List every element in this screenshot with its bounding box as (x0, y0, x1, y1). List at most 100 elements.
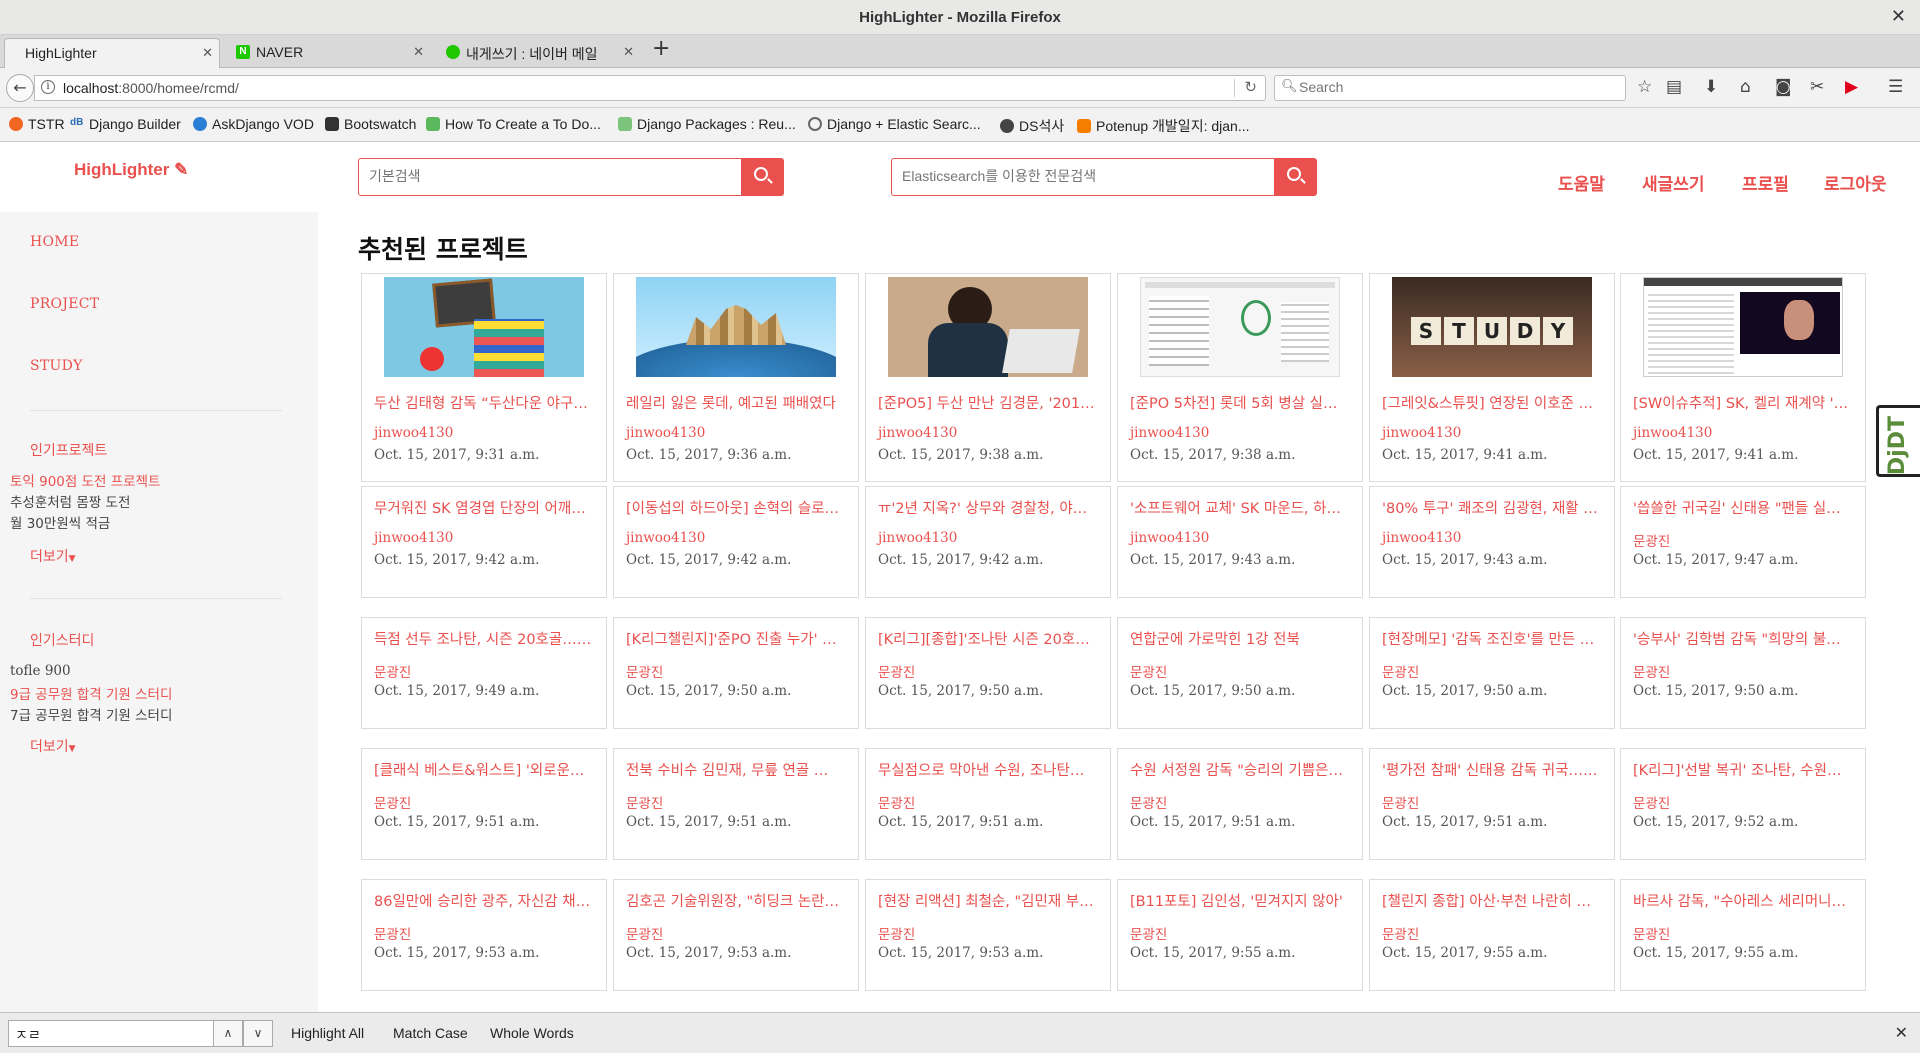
card-title[interactable]: '소프트웨어 교체' SK 마운드, 하… (1130, 497, 1355, 518)
card-title[interactable]: '80% 투구' 쾌조의 김광현, 재활 … (1382, 497, 1607, 518)
django-debug-toolbar-handle[interactable]: DjDT (1876, 405, 1920, 477)
menu-icon[interactable]: ☰ (1888, 77, 1903, 97)
es-search-button[interactable] (1275, 158, 1317, 196)
card-title[interactable]: [K리그][종합]'조나탄 시즌 20호… (878, 628, 1103, 649)
basic-search-input[interactable] (369, 168, 629, 184)
card-title[interactable]: [그레잇&스튜핏] 연장된 이호준 … (1382, 392, 1607, 413)
projects-more-dropdown[interactable]: 더보기▼ (30, 546, 76, 566)
basic-search-field[interactable] (358, 158, 742, 196)
studies-more-dropdown[interactable]: 더보기▼ (30, 736, 76, 756)
bookmark-item[interactable]: AskDjango VOD (193, 116, 314, 132)
card-title[interactable]: [현장메모] '감독 조진호'를 만든 … (1382, 628, 1607, 649)
card-title[interactable]: [SW이슈추적] SK, 켈리 재계약 '… (1633, 392, 1858, 413)
card-title[interactable]: 득점 선두 조나탄, 시즌 20호골…… (374, 628, 599, 649)
address-url[interactable]: localhost:8000/homee/rcmd/ (63, 80, 239, 96)
home-icon[interactable]: ⌂ (1740, 77, 1751, 97)
project-card[interactable]: '80% 투구' 쾌조의 김광현, 재활 … jinwoo4130 Oct. 15,… (1369, 486, 1615, 598)
card-title[interactable]: [B11포토] 김인성, '믿겨지지 않아' (1130, 890, 1355, 911)
project-card[interactable]: 무거워진 SK 염경엽 단장의 어깨… jinwoo4130 Oct. 15, 20… (361, 486, 607, 598)
card-author[interactable]: 문광진 (1130, 661, 1167, 681)
library-icon[interactable]: ▤ (1666, 77, 1682, 97)
card-title[interactable]: ㅠ'2년 지옥?' 상무와 경찰청, 야… (878, 497, 1103, 518)
popular-study-item[interactable]: 7급 공무원 합격 기원 스터디 (10, 704, 172, 724)
card-author[interactable]: jinwoo4130 (878, 530, 957, 546)
project-card[interactable]: ㅠ'2년 지옥?' 상무와 경찰청, 야… jinwoo4130 Oct. 15, … (865, 486, 1111, 598)
card-title[interactable]: [준PO5] 두산 만난 김경문, '2016… (878, 392, 1103, 413)
new-tab-icon[interactable]: + (652, 36, 670, 61)
bookmark-item[interactable]: Bootswatch (325, 116, 416, 132)
download-icon[interactable]: ⬇ (1704, 77, 1718, 97)
project-card[interactable]: 두산 김태형 감독 “두산다운 야구… jinwoo4130 Oct. 15, 20… (361, 273, 607, 482)
card-title[interactable]: 무거워진 SK 염경엽 단장의 어깨… (374, 497, 599, 518)
help-link[interactable]: 도움말 (1558, 170, 1605, 195)
tab-naver[interactable]: N NAVER ✕ (226, 38, 430, 68)
project-card[interactable]: [K리그]'선발 복귀' 조나탄, 수원… 문광진 Oct. 15, 2017, 9… (1620, 748, 1866, 860)
project-card[interactable]: [K리그챌린지]'준PO 진출 누가' … 문광진 Oct. 15, 2017, 9… (613, 617, 859, 729)
card-title[interactable]: 두산 김태형 감독 “두산다운 야구… (374, 392, 599, 413)
card-title[interactable]: 전북 수비수 김민재, 무릎 연골 … (626, 759, 851, 780)
tab-naver-mail[interactable]: 내게쓰기 : 네이버 메일 ✕ (436, 38, 640, 68)
bookmark-item[interactable]: dB Django Builder (70, 116, 181, 132)
tab-close-icon[interactable]: ✕ (202, 45, 213, 61)
card-title[interactable]: 연합군에 가로막힌 1강 전북 (1130, 628, 1355, 649)
bookmark-item[interactable]: Django + Elastic Searc... (808, 116, 981, 132)
back-button[interactable]: ← (6, 74, 34, 102)
card-thumbnail-frame[interactable]: STUDY (1392, 277, 1592, 377)
bookmark-item[interactable]: TSTR (9, 116, 65, 132)
project-card[interactable]: 바르사 감독, "수아레스 세리머니… 문광진 Oct. 15, 2017, 9:5… (1620, 879, 1866, 991)
card-author[interactable]: 문광진 (1633, 661, 1670, 681)
bookmark-item[interactable]: How To Create a To Do... (426, 116, 601, 132)
card-author[interactable]: 문광진 (1633, 530, 1670, 550)
project-card[interactable]: '소프트웨어 교체' SK 마운드, 하… jinwoo4130 Oct. 15, … (1117, 486, 1363, 598)
logout-link[interactable]: 로그아웃 (1824, 170, 1887, 195)
card-title[interactable]: 레일리 잃은 롯데, 예고된 패배였다 (626, 392, 851, 413)
card-author[interactable]: 문광진 (878, 792, 915, 812)
tab-close-icon[interactable]: ✕ (623, 44, 634, 60)
card-author[interactable]: 문광진 (1130, 923, 1167, 943)
popular-project-item[interactable]: 토익 900점 도전 프로젝트 (10, 470, 160, 490)
youtube-icon[interactable]: ▶ (1845, 77, 1858, 97)
project-card[interactable]: [준PO 5차전] 롯데 5회 병살 실… jinwoo4130 Oct. 15, … (1117, 273, 1363, 482)
bookmark-item[interactable]: Potenup 개발일지: djan... (1077, 116, 1250, 136)
card-author[interactable]: jinwoo4130 (626, 530, 705, 546)
card-author[interactable]: 문광진 (626, 661, 663, 681)
card-author[interactable]: jinwoo4130 (1130, 425, 1209, 441)
card-thumbnail-frame[interactable] (1140, 277, 1340, 377)
es-search-input[interactable] (902, 168, 1262, 184)
popular-study-item[interactable]: 9급 공무원 합격 기원 스터디 (10, 683, 172, 703)
project-card[interactable]: '승부사' 김학범 감독 "희망의 불… 문광진 Oct. 15, 2017, 9:… (1620, 617, 1866, 729)
card-title[interactable]: [이동섭의 하드아웃] 손혁의 슬로… (626, 497, 851, 518)
popular-project-item[interactable]: 추성훈처럼 몸짱 도전 (10, 491, 130, 511)
card-author[interactable]: 문광진 (1633, 792, 1670, 812)
card-title[interactable]: '평가전 참패' 신태용 감독 귀국…… (1382, 759, 1607, 780)
card-author[interactable]: 문광진 (1382, 661, 1419, 681)
highlight-all-toggle[interactable]: Highlight All (291, 1025, 364, 1041)
card-title[interactable]: 수원 서정원 감독 "승리의 기쁨은… (1130, 759, 1355, 780)
tab-close-icon[interactable]: ✕ (413, 44, 424, 60)
popular-study-item[interactable]: tofle 900 (10, 663, 71, 679)
es-search-field[interactable] (891, 158, 1275, 196)
card-title[interactable]: [K리그]'선발 복귀' 조나탄, 수원… (1633, 759, 1858, 780)
card-title[interactable]: 바르사 감독, "수아레스 세리머니… (1633, 890, 1858, 911)
pocket-icon[interactable]: ◙ (1775, 77, 1792, 97)
card-title[interactable]: '승부사' 김학범 감독 "희망의 불… (1633, 628, 1858, 649)
address-bar[interactable]: i localhost:8000/homee/rcmd/ ↻ (34, 75, 1266, 101)
bookmark-item[interactable]: DS석사 (1000, 116, 1064, 136)
card-title[interactable]: 김호곤 기술위원장, "히딩크 논란… (626, 890, 851, 911)
card-author[interactable]: jinwoo4130 (878, 425, 957, 441)
card-author[interactable]: 문광진 (1130, 792, 1167, 812)
project-card[interactable]: [이동섭의 하드아웃] 손혁의 슬로… jinwoo4130 Oct. 15, 20… (613, 486, 859, 598)
browser-search-bar[interactable]: 🔍︎ (1274, 75, 1626, 101)
card-title[interactable]: 86일만에 승리한 광주, 자신감 채… (374, 890, 599, 911)
project-card[interactable]: [B11포토] 김인성, '믿겨지지 않아' 문광진 Oct. 15, 2017, … (1117, 879, 1363, 991)
card-author[interactable]: 문광진 (1633, 923, 1670, 943)
match-case-toggle[interactable]: Match Case (393, 1025, 468, 1041)
sidebar-item-study[interactable]: STUDY (30, 358, 83, 374)
project-card[interactable]: [클래식 베스트&워스트] '외로운… 문광진 Oct. 15, 2017, 9:5… (361, 748, 607, 860)
bookmark-item[interactable]: Django Packages : Reu... (618, 116, 796, 132)
card-thumbnail-frame[interactable] (636, 277, 836, 377)
card-title[interactable]: [클래식 베스트&워스트] '외로운… (374, 759, 599, 780)
project-card[interactable]: [현장 리액션] 최철순, "김민재 부… 문광진 Oct. 15, 2017, 9… (865, 879, 1111, 991)
card-author[interactable]: jinwoo4130 (374, 425, 453, 441)
project-card[interactable]: [SW이슈추적] SK, 켈리 재계약 '… jinwoo4130 Oct. 15,… (1620, 273, 1866, 482)
